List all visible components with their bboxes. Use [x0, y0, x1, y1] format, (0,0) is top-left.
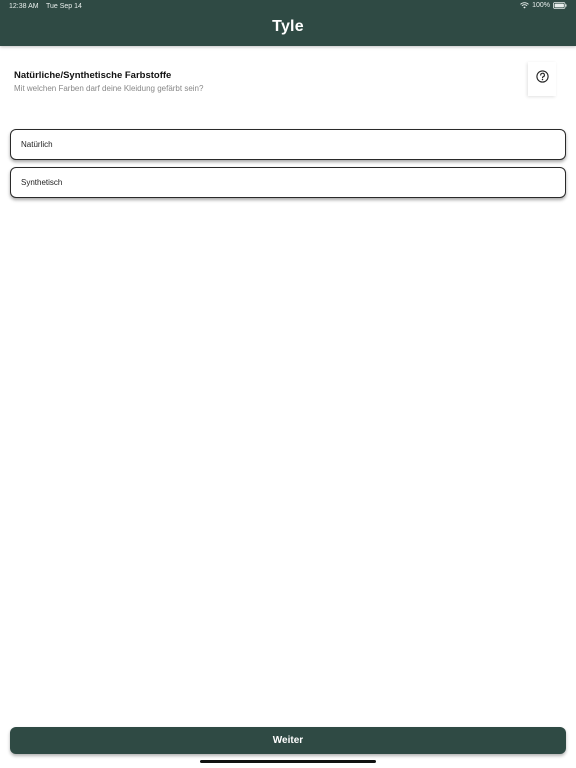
status-date: Tue Sep 14: [46, 3, 82, 10]
question-block: Natürliche/Synthetische Farbstoffe Mit w…: [14, 70, 203, 93]
option-label: Natürlich: [21, 140, 53, 149]
home-indicator: [200, 760, 376, 763]
status-time: 12:38 AM: [9, 3, 39, 10]
option-label: Synthetisch: [21, 178, 63, 187]
help-button[interactable]: [528, 62, 556, 96]
question-circle-icon: [535, 70, 549, 88]
option-synthetisch[interactable]: Synthetisch: [10, 167, 566, 198]
status-indicators: 100%: [520, 2, 567, 9]
question-title: Natürliche/Synthetische Farbstoffe: [14, 70, 172, 81]
wifi-icon: [520, 2, 529, 9]
app-title: Tyle: [272, 18, 304, 35]
app-screen: 12:38 AM Tue Sep 14 100% Tyle Natürliche…: [0, 0, 576, 768]
option-natuerlich[interactable]: Natürlich: [10, 129, 566, 160]
next-button[interactable]: Weiter: [10, 727, 566, 754]
battery-icon: [553, 2, 567, 9]
status-bar: 12:38 AM Tue Sep 14 100%: [0, 0, 576, 14]
app-header: 12:38 AM Tue Sep 14 100% Tyle: [0, 0, 576, 46]
battery-percent: 100%: [532, 2, 550, 9]
question-subtitle: Mit welchen Farben darf deine Kleidung g…: [14, 84, 204, 93]
